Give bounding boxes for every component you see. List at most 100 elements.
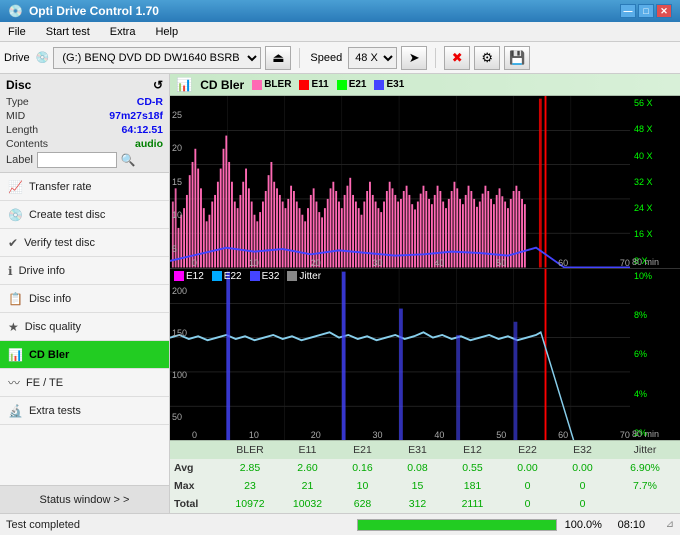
chart-header: 📊 CD Bler BLER E11 E21 E31 xyxy=(170,74,680,96)
bottom-chart-xaxis: 0 10 20 30 40 50 60 70 xyxy=(192,430,630,440)
menu-help[interactable]: Help xyxy=(151,24,182,40)
legend-e32-label: E32 xyxy=(262,271,280,282)
stats-avg-row: Avg 2.85 2.60 0.16 0.08 0.55 0.00 0.00 6… xyxy=(170,459,680,477)
create-test-disc-icon: 💿 xyxy=(8,208,23,222)
stats-col-e31: E31 xyxy=(390,444,445,456)
nav-drive-info[interactable]: ℹ Drive info xyxy=(0,257,169,285)
stats-total-e12: 2111 xyxy=(445,498,500,510)
bottom-chart-yaxis-right: 10% 8% 6% 4% 2% xyxy=(632,269,680,441)
disc-header: Disc ↺ xyxy=(6,78,163,92)
toolbar-sep-2 xyxy=(435,48,436,68)
legend-bler: BLER xyxy=(252,79,291,90)
chart-area: 📊 CD Bler BLER E11 E21 E31 xyxy=(170,74,680,513)
bottom-chart-yaxis-left: 200 150 100 50 xyxy=(170,269,192,441)
stats-avg-e12: 0.55 xyxy=(445,462,500,474)
drive-select[interactable]: (G:) BENQ DVD DD DW1640 BSRB xyxy=(53,47,261,69)
resize-handle[interactable]: ⊿ xyxy=(666,519,674,530)
disc-quality-icon: ★ xyxy=(8,320,19,334)
nav-verify-test-disc[interactable]: ✔ Verify test disc xyxy=(0,229,169,257)
toolbar: Drive 💿 (G:) BENQ DVD DD DW1640 BSRB ⏏ S… xyxy=(0,42,680,74)
stats-avg-e22: 0.00 xyxy=(500,462,555,474)
menu-file[interactable]: File xyxy=(4,24,30,40)
status-percent: 100.0% xyxy=(565,519,610,531)
nav-extra-tests[interactable]: 🔬 Extra tests xyxy=(0,397,169,425)
verify-test-disc-icon: ✔ xyxy=(8,236,18,250)
nav-verify-test-disc-label: Verify test disc xyxy=(24,237,95,249)
legend-e32: E32 xyxy=(250,271,280,282)
nav-extra-tests-label: Extra tests xyxy=(29,405,81,417)
nav-drive-info-label: Drive info xyxy=(19,265,65,277)
legend-e22: E22 xyxy=(212,271,242,282)
legend-e11: E11 xyxy=(299,79,328,90)
fe-te-icon: 〰 xyxy=(8,374,20,391)
stats-total-e32: 0 xyxy=(555,498,610,510)
yaxis-4pct: 4% xyxy=(634,389,678,399)
save-button[interactable]: 💾 xyxy=(504,46,530,70)
disc-label-search-icon[interactable]: 🔍 xyxy=(121,153,136,167)
minimize-button[interactable]: — xyxy=(620,4,636,18)
disc-length-label: Length xyxy=(6,124,38,136)
disc-contents-value: audio xyxy=(135,138,163,150)
top-chart-yaxis-left: 25 20 15 10 5 xyxy=(170,96,192,268)
top-chart-xaxis: 0 10 20 30 40 50 60 70 xyxy=(192,258,630,268)
disc-label-input[interactable] xyxy=(37,152,117,168)
stats-avg-e11: 2.60 xyxy=(280,462,335,474)
nav-disc-info[interactable]: 📋 Disc info xyxy=(0,285,169,313)
nav-transfer-rate[interactable]: 📈 Transfer rate xyxy=(0,173,169,201)
disc-type-row: Type CD-R xyxy=(6,96,163,108)
settings-button[interactable]: ⚙ xyxy=(474,46,500,70)
menu-extra[interactable]: Extra xyxy=(106,24,140,40)
disc-contents-row: Contents audio xyxy=(6,138,163,150)
legend-e22-dot xyxy=(212,271,222,281)
disc-contents-label: Contents xyxy=(6,138,48,150)
speed-arrow-button[interactable]: ➤ xyxy=(401,46,427,70)
yaxis-6pct: 6% xyxy=(634,349,678,359)
titlebar-controls: — □ ✕ xyxy=(620,4,672,18)
status-window-button[interactable]: Status window > > xyxy=(0,485,169,513)
disc-refresh-icon[interactable]: ↺ xyxy=(153,78,163,92)
yaxis-10pct: 10% xyxy=(634,271,678,281)
disc-length-row: Length 64:12.51 xyxy=(6,124,163,136)
legend-e12: E12 xyxy=(174,271,204,282)
stats-total-label: Total xyxy=(170,498,220,510)
speed-select[interactable]: 48 X xyxy=(348,47,397,69)
stats-avg-e21: 0.16 xyxy=(335,462,390,474)
nav-cd-bler[interactable]: 📊 CD Bler xyxy=(0,341,169,369)
top-chart-yaxis-right: 56 X 48 X 40 X 32 X 24 X 16 X 8 X xyxy=(632,96,680,268)
stats-max-e12: 181 xyxy=(445,480,500,492)
stats-header-row: BLER E11 E21 E31 E12 E22 E32 Jitter xyxy=(170,441,680,459)
legend-e12-dot xyxy=(174,271,184,281)
nav-fe-te-label: FE / TE xyxy=(26,377,63,389)
drive-label: Drive xyxy=(4,52,30,64)
legend-jitter: Jitter xyxy=(287,271,321,282)
legend-e21: E21 xyxy=(337,79,367,90)
legend-e21-dot xyxy=(337,80,347,90)
nav-disc-quality[interactable]: ★ Disc quality xyxy=(0,313,169,341)
legend-e11-dot xyxy=(299,80,309,90)
titlebar: 💿 Opti Drive Control 1.70 — □ ✕ xyxy=(0,0,680,22)
nav-disc-info-label: Disc info xyxy=(29,293,71,305)
nav-create-test-disc[interactable]: 💿 Create test disc xyxy=(0,201,169,229)
yaxis-40x: 40 X xyxy=(634,151,678,161)
stats-total-e31: 312 xyxy=(390,498,445,510)
bottom-chart: E12 E22 E32 Jitter xyxy=(170,269,680,441)
top-chart-svg xyxy=(170,96,630,268)
stats-max-e21: 10 xyxy=(335,480,390,492)
eject-button[interactable]: ⏏ xyxy=(265,46,291,70)
disc-type-label: Type xyxy=(6,96,29,108)
drive-icon: 💿 xyxy=(36,51,50,64)
stats-avg-e31: 0.08 xyxy=(390,462,445,474)
stats-max-jitter: 7.7% xyxy=(610,480,680,492)
close-button[interactable]: ✕ xyxy=(656,4,672,18)
cd-bler-icon: 📊 xyxy=(8,348,23,362)
drive-info-icon: ℹ xyxy=(8,264,13,278)
legend-e31-label: E31 xyxy=(386,79,404,90)
titlebar-left: 💿 Opti Drive Control 1.70 xyxy=(8,4,159,18)
clear-button[interactable]: ✖ xyxy=(444,46,470,70)
disc-label-label: Label xyxy=(6,154,33,166)
menu-start-test[interactable]: Start test xyxy=(42,24,94,40)
maximize-button[interactable]: □ xyxy=(638,4,654,18)
nav-fe-te[interactable]: 〰 FE / TE xyxy=(0,369,169,397)
extra-tests-icon: 🔬 xyxy=(8,404,23,418)
yaxis-10: 10 xyxy=(172,210,190,220)
